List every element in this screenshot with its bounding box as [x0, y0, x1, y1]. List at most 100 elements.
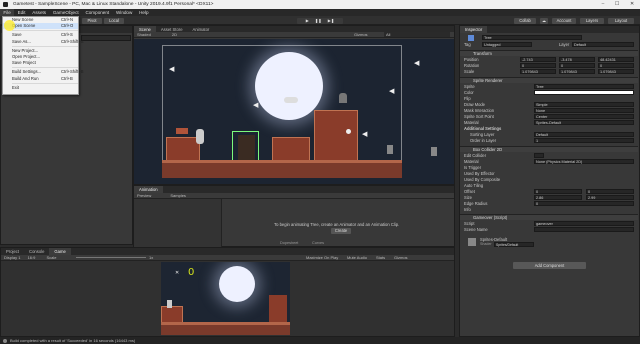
sprite-sort-point-dropdown[interactable]: Center: [534, 114, 634, 119]
physics-material-field[interactable]: None (Physics Material 2D): [534, 159, 634, 164]
layout-dropdown[interactable]: Layout: [608, 17, 634, 24]
tag-dropdown[interactable]: Untagged: [482, 42, 532, 47]
gameobject-name-field[interactable]: Tree: [482, 35, 582, 40]
display-dropdown[interactable]: Display 1: [4, 255, 20, 260]
cloud-icon[interactable]: ☁: [540, 17, 548, 24]
tall-brick-pillar[interactable]: [314, 110, 358, 161]
position-y-field[interactable]: -3.478: [559, 57, 595, 62]
position-x-field[interactable]: -2.743: [520, 57, 556, 62]
hierarchy-search-input[interactable]: [81, 35, 131, 41]
mute-audio-toggle[interactable]: Mute Audio: [347, 255, 367, 261]
color-swatch[interactable]: [534, 90, 634, 95]
tab-inspector[interactable]: Inspector: [460, 26, 488, 33]
create-animation-button[interactable]: Create: [331, 228, 351, 234]
menu-item-save-project[interactable]: Save Project: [3, 60, 78, 66]
sprite-field[interactable]: Tree: [534, 84, 634, 89]
additional-settings-foldout[interactable]: Additional Settings: [464, 126, 501, 132]
scale-x-field[interactable]: 1.079843: [520, 69, 556, 74]
gameover-script-header[interactable]: Gameover (Script): [460, 214, 638, 220]
pause-icon[interactable]: ❚❚: [312, 18, 325, 23]
rotation-z-field[interactable]: 0: [598, 63, 634, 68]
play-icon[interactable]: ▶: [303, 18, 312, 23]
minimize-button[interactable]: –: [596, 0, 610, 9]
layers-dropdown[interactable]: Layers: [580, 17, 604, 24]
transform-header[interactable]: Transform: [460, 50, 638, 56]
signpost-sprite[interactable]: [176, 128, 188, 134]
menu-item-exit[interactable]: Exit: [3, 85, 78, 91]
account-dropdown[interactable]: Account: [552, 17, 576, 24]
menu-item-build-and-run[interactable]: Build And Run Ctrl+B: [3, 76, 78, 82]
menu-help[interactable]: Help: [136, 9, 152, 16]
mask-interaction-dropdown[interactable]: None: [534, 108, 634, 113]
tab-game[interactable]: Game: [49, 248, 71, 255]
rotation-y-field[interactable]: 0: [559, 63, 595, 68]
cross-grave-sprite[interactable]: [387, 145, 393, 154]
pivot-toggle[interactable]: Pivot: [82, 17, 102, 24]
brick-platform-left[interactable]: [166, 137, 200, 161]
audio-source-icon[interactable]: ◀: [362, 130, 367, 138]
audio-source-icon[interactable]: ◀: [169, 65, 174, 73]
edge-radius-field[interactable]: 0: [534, 201, 634, 206]
stats-toggle[interactable]: Stats: [376, 255, 385, 261]
scene-viewport[interactable]: ◀ ◀ ◀ ◀ ◀: [134, 39, 454, 184]
audio-source-icon[interactable]: ◀: [389, 87, 394, 95]
gizmos-toggle[interactable]: Gizmos: [394, 255, 408, 261]
audio-source-icon[interactable]: ◀: [414, 59, 419, 67]
layer-dropdown[interactable]: Default: [572, 42, 634, 47]
script-field[interactable]: gameover: [534, 221, 634, 226]
moon-sprite[interactable]: [255, 52, 323, 120]
ghost-sprite[interactable]: [284, 97, 298, 103]
preview-button[interactable]: Preview: [137, 193, 151, 198]
shading-mode-dropdown[interactable]: Shaded: [137, 32, 151, 37]
scale-slider[interactable]: [76, 257, 146, 258]
audio-source-icon[interactable]: ◀: [253, 101, 258, 109]
offset-y-field[interactable]: 0: [586, 189, 634, 194]
collab-button[interactable]: Collab: [514, 17, 536, 24]
aspect-dropdown[interactable]: 16:9: [28, 255, 36, 260]
step-icon[interactable]: ▶❚: [325, 18, 338, 23]
tab-console[interactable]: Console: [24, 248, 49, 255]
maximize-on-play-toggle[interactable]: Maximize On Play: [306, 255, 338, 261]
maximize-button[interactable]: ☐: [610, 0, 624, 9]
menu-item-save-as[interactable]: Save As... Ctrl+Shift+S: [3, 39, 84, 45]
sprite-renderer-header[interactable]: Sprite Renderer: [460, 77, 638, 83]
game-view-render[interactable]: 0 ✕: [161, 262, 290, 335]
rotation-x-field[interactable]: 0: [520, 63, 556, 68]
scene-name-field[interactable]: [534, 227, 634, 232]
local-toggle[interactable]: Local: [104, 17, 124, 24]
size-y-field[interactable]: 2.99: [586, 195, 634, 200]
order-in-layer-field[interactable]: 1: [534, 138, 634, 143]
gizmos-dropdown[interactable]: Gizmos: [354, 32, 368, 38]
size-x-field[interactable]: 2.86: [534, 195, 582, 200]
menu-window[interactable]: Window: [113, 9, 136, 16]
scene-search-input[interactable]: All: [384, 32, 450, 37]
dead-tree-sprite[interactable]: [238, 135, 255, 161]
menu-file[interactable]: File: [0, 9, 15, 16]
scale-z-field[interactable]: 1.079843: [598, 69, 634, 74]
add-component-button[interactable]: Add Component: [513, 262, 586, 269]
draw-mode-dropdown[interactable]: Simple: [534, 102, 634, 107]
gravestone-sprite[interactable]: [339, 93, 347, 103]
menu-edit[interactable]: Edit: [14, 9, 29, 16]
status-message[interactable]: Build completed with a result of 'Succee…: [10, 338, 135, 343]
brick-block-middle[interactable]: [272, 137, 310, 161]
shader-dropdown[interactable]: Sprites/Default: [494, 242, 534, 247]
dopesheet-tab[interactable]: Dopesheet: [280, 241, 298, 245]
2d-toggle[interactable]: 2D: [172, 32, 177, 37]
menu-component[interactable]: Component: [82, 9, 113, 16]
box-collider-header[interactable]: Box Collider 2D: [460, 146, 638, 152]
close-window-button[interactable]: ✕: [625, 0, 639, 9]
info-foldout[interactable]: Info: [464, 207, 471, 213]
scale-y-field[interactable]: 1.079843: [559, 69, 595, 74]
material-field[interactable]: Sprites-Default: [534, 120, 634, 125]
skull-sprite[interactable]: [346, 129, 351, 134]
edit-collider-button[interactable]: [534, 153, 544, 158]
cross-grave-2-sprite[interactable]: [431, 147, 437, 156]
sorting-layer-dropdown[interactable]: Default: [534, 132, 634, 137]
position-z-field[interactable]: 48.42431: [598, 57, 634, 62]
tab-project[interactable]: Project: [1, 248, 24, 255]
player-character-sprite[interactable]: [196, 129, 204, 144]
menu-gameobject[interactable]: GameObject: [49, 9, 82, 16]
curves-tab[interactable]: Curves: [312, 241, 324, 245]
tab-animation[interactable]: Animation: [134, 186, 163, 193]
